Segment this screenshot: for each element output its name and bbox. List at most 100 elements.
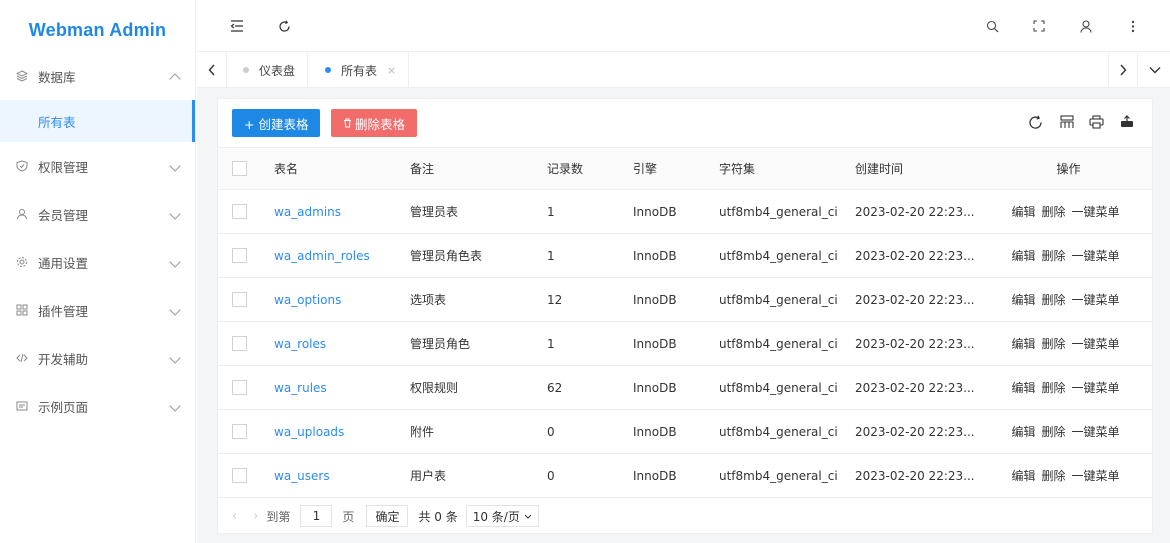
delete-table-button[interactable]: 删除表格 [331, 109, 418, 137]
tab-label: 所有表 [341, 63, 378, 78]
edit-link[interactable]: 编辑 [1011, 469, 1035, 483]
select-all-checkbox[interactable] [232, 161, 247, 176]
table-row[interactable]: wa_roles 管理员角色 1 InnoDB utf8mb4_general_ci 20… [218, 321, 1152, 366]
menu-fold-icon[interactable] [227, 16, 247, 36]
row-checkbox[interactable] [232, 248, 247, 263]
edit-link[interactable]: 编辑 [1011, 337, 1035, 351]
edit-link[interactable]: 编辑 [1011, 249, 1035, 263]
one-click-menu-link[interactable]: 一键菜单 [1072, 381, 1120, 395]
edit-link[interactable]: 编辑 [1011, 205, 1035, 219]
sidebar-item-dev-tools[interactable]: 开发辅助 [0, 334, 195, 382]
sidebar-item-label: 会员管理 [38, 207, 89, 223]
column-header[interactable]: 创建时间 [855, 147, 985, 190]
tab-all-tables[interactable]: 所有表 × [313, 52, 410, 88]
print-icon[interactable] [1087, 113, 1105, 131]
delete-table-label: 删除表格 [355, 116, 406, 132]
column-header[interactable]: 引擎 [633, 147, 719, 190]
next-page-icon[interactable]: › [253, 509, 258, 524]
row-checkbox[interactable] [232, 424, 247, 439]
sidebar-item-members[interactable]: 会员管理 [0, 190, 195, 238]
column-header[interactable]: 备注 [410, 147, 547, 190]
tab-scroll-left-icon[interactable] [197, 52, 227, 88]
edit-link[interactable]: 编辑 [1011, 293, 1035, 307]
one-click-menu-link[interactable]: 一键菜单 [1072, 425, 1120, 439]
sidebar-item-examples[interactable]: 示例页面 [0, 382, 195, 430]
row-checkbox[interactable] [232, 380, 247, 395]
row-checkbox[interactable] [232, 292, 247, 307]
table-engine: InnoDB [633, 321, 719, 366]
row-checkbox[interactable] [232, 468, 247, 483]
chevron-down-icon [169, 304, 181, 316]
tab-dashboard[interactable]: 仪表盘 [231, 52, 309, 88]
delete-link[interactable]: 删除 [1041, 293, 1065, 307]
more-icon[interactable] [1123, 16, 1143, 36]
tab-scroll-right-icon[interactable] [1108, 52, 1138, 88]
column-header[interactable]: 记录数 [547, 147, 633, 190]
delete-link[interactable]: 删除 [1041, 469, 1065, 483]
sidebar-item-permissions[interactable]: 权限管理 [0, 142, 195, 190]
columns-icon[interactable] [1058, 113, 1076, 131]
edit-link[interactable]: 编辑 [1011, 381, 1035, 395]
table-refresh-icon[interactable] [1026, 113, 1044, 131]
sidebar-subitem-all-tables[interactable]: 所有表 [0, 100, 195, 142]
table-row[interactable]: wa_uploads 附件 0 InnoDB utf8mb4_general_ci 202… [218, 409, 1152, 454]
table-engine: InnoDB [633, 365, 719, 410]
go-to-page-button[interactable]: 确定 [366, 505, 409, 527]
delete-link[interactable]: 删除 [1041, 337, 1065, 351]
table-name-link[interactable]: wa_rules [274, 381, 327, 395]
table-row[interactable]: wa_options 选项表 12 InnoDB utf8mb4_general_ci 2… [218, 277, 1152, 322]
table-row[interactable]: wa_admins 管理员表 1 InnoDB utf8mb4_general_ci 20… [218, 189, 1152, 234]
tables-list: 表名 备注 记录数 引擎 字符集 创建时间 操作 wa_admins 管理员表 1 I… [218, 147, 1152, 498]
sidebar-item-database[interactable]: 数据库 [0, 52, 195, 100]
row-checkbox[interactable] [232, 204, 247, 219]
chevron-down-icon [524, 514, 532, 519]
page-size-select[interactable]: 10 条/页 [465, 505, 539, 527]
table-remark: 管理员角色表 [410, 233, 547, 278]
one-click-menu-link[interactable]: 一键菜单 [1072, 469, 1120, 483]
top-header [197, 0, 1170, 52]
column-header[interactable]: 表名 [274, 147, 410, 190]
fullscreen-icon[interactable] [1029, 16, 1049, 36]
refresh-icon[interactable] [274, 16, 294, 36]
sidebar-item-plugins[interactable]: 插件管理 [0, 286, 195, 334]
table-name-link[interactable]: wa_admins [274, 205, 341, 219]
table-charset: utf8mb4_general_ci [719, 189, 855, 234]
sidebar-item-settings[interactable]: 通用设置 [0, 238, 195, 286]
tab-menu-chevron-down-icon[interactable] [1140, 52, 1170, 88]
table-record-count: 1 [547, 321, 633, 366]
table-name-link[interactable]: wa_options [274, 293, 341, 307]
table-created: 2023-02-20 22:23... [855, 233, 985, 278]
close-icon[interactable]: × [387, 64, 396, 77]
prev-page-icon[interactable]: ‹ [232, 509, 237, 524]
search-icon[interactable] [982, 16, 1002, 36]
table-row[interactable]: wa_rules 权限规则 62 InnoDB utf8mb4_general_ci 20… [218, 365, 1152, 410]
export-icon[interactable] [1118, 113, 1136, 131]
row-checkbox[interactable] [232, 336, 247, 351]
table-row[interactable]: wa_users 用户表 0 InnoDB utf8mb4_general_ci 2023… [218, 453, 1152, 498]
table-name-link[interactable]: wa_roles [274, 337, 326, 351]
table-record-count: 1 [547, 233, 633, 278]
user-icon[interactable] [1076, 16, 1096, 36]
sidebar: Webman Admin 数据库 所有表 权限管理 会员管理 通用设置 插件管理 [0, 0, 196, 543]
column-header[interactable]: 字符集 [719, 147, 855, 190]
table-name-link[interactable]: wa_admin_roles [274, 249, 370, 263]
table-name-link[interactable]: wa_users [274, 469, 330, 483]
delete-link[interactable]: 删除 [1041, 425, 1065, 439]
delete-link[interactable]: 删除 [1041, 249, 1065, 263]
layers-icon [16, 70, 28, 82]
delete-link[interactable]: 删除 [1041, 381, 1065, 395]
page-number-input[interactable]: 1 [300, 505, 333, 527]
one-click-menu-link[interactable]: 一键菜单 [1072, 205, 1120, 219]
table-engine: InnoDB [633, 189, 719, 234]
total-count: 共 0 条 [418, 509, 458, 524]
page-icon [16, 400, 28, 412]
one-click-menu-link[interactable]: 一键菜单 [1072, 293, 1120, 307]
table-row[interactable]: wa_admin_roles 管理员角色表 1 InnoDB utf8mb4_gener… [218, 233, 1152, 278]
table-name-link[interactable]: wa_uploads [274, 425, 344, 439]
one-click-menu-link[interactable]: 一键菜单 [1072, 249, 1120, 263]
table-record-count: 0 [547, 453, 633, 498]
one-click-menu-link[interactable]: 一键菜单 [1072, 337, 1120, 351]
edit-link[interactable]: 编辑 [1011, 425, 1035, 439]
create-table-button[interactable]: + 创建表格 [232, 109, 321, 137]
delete-link[interactable]: 删除 [1041, 205, 1065, 219]
